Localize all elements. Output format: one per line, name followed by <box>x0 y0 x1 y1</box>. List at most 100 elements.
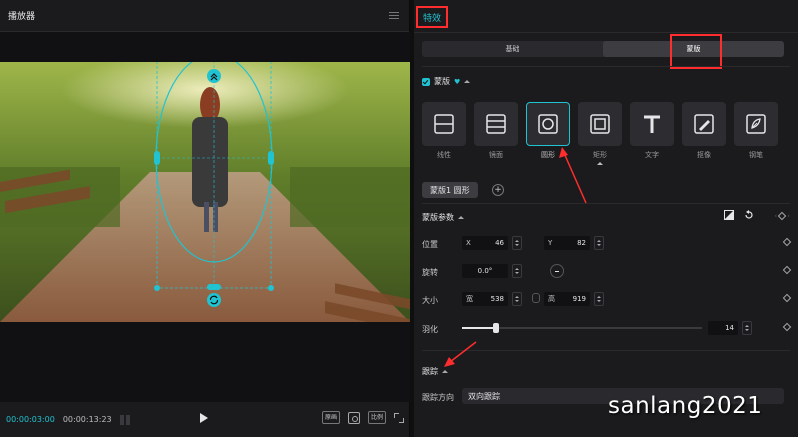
feather-keyframe[interactable] <box>782 322 792 332</box>
rotation-label: 旋转 <box>422 268 438 277</box>
watermark: sanlang2021 <box>608 393 763 419</box>
height-value: 919 <box>572 295 586 303</box>
shape-caret-icon <box>597 162 603 165</box>
focus-icon[interactable] <box>347 411 360 424</box>
rotation-knob[interactable] <box>550 264 564 278</box>
collapse-caret-icon[interactable] <box>464 80 471 83</box>
y-prefix: Y <box>548 239 553 247</box>
feather-slider-thumb[interactable] <box>492 323 499 333</box>
annotation-arrow <box>559 147 587 204</box>
keyframe-control[interactable]: ‹ › <box>774 211 790 221</box>
feather-slider[interactable] <box>462 323 702 333</box>
feather-value: 14 <box>725 324 734 332</box>
reset-icon[interactable] <box>744 210 754 220</box>
size-height-stepper[interactable] <box>594 292 604 306</box>
ratio-button[interactable]: 比例 <box>367 411 386 424</box>
video-frame-image <box>0 62 410 322</box>
shape-pen[interactable]: 钢笔 <box>734 102 778 165</box>
x-value: 46 <box>495 239 504 247</box>
add-mask-button[interactable]: + <box>492 184 504 196</box>
shape-label: 矩形 <box>593 151 607 159</box>
shape-label: 线性 <box>437 151 451 159</box>
tracking-title: 跟踪 <box>422 366 448 377</box>
position-y-stepper[interactable] <box>594 236 604 250</box>
params-title-label: 蒙版参数 <box>422 213 454 222</box>
segment-control: 基础 蒙版 <box>422 41 784 57</box>
feather-stepper[interactable] <box>742 321 752 335</box>
shape-label: 钢笔 <box>749 151 763 159</box>
keyframe-diamond-icon[interactable] <box>782 237 792 247</box>
x-prefix: X <box>466 239 471 247</box>
keyframe-diamond-icon[interactable] <box>782 293 792 303</box>
size-keyframe[interactable] <box>782 293 792 303</box>
favorite-icon[interactable]: ♥ <box>454 78 460 86</box>
rotation-value: 0.0° <box>477 267 493 275</box>
tab-effects[interactable]: 特效 <box>416 6 448 28</box>
tracking-direction-label: 跟踪方向 <box>422 393 454 402</box>
keyframe-diamond-icon[interactable] <box>777 211 787 221</box>
fit-button[interactable]: 原画 <box>321 411 340 424</box>
feather-value-field[interactable]: 14 <box>708 321 738 335</box>
position-keyframe[interactable] <box>782 237 792 247</box>
keyframe-diamond-icon[interactable] <box>782 322 792 332</box>
shape-text[interactable]: 文字 <box>630 102 674 165</box>
video-preview[interactable] <box>0 62 410 322</box>
menu-icon[interactable] <box>389 12 399 19</box>
position-y-field[interactable]: Y 82 <box>544 236 590 250</box>
player-header: 播放器 <box>0 0 409 32</box>
timecode-grid-icon[interactable] <box>119 414 136 425</box>
shape-mirror[interactable]: 镜面 <box>474 102 518 165</box>
rotation-keyframe[interactable] <box>782 265 792 275</box>
circle-mask-icon <box>538 114 558 134</box>
rotate-handle-icon[interactable] <box>206 292 222 308</box>
rotation-field[interactable]: 0.0° <box>462 264 508 278</box>
mask-header-label: 蒙版 <box>434 77 450 86</box>
shape-label: 抠像 <box>697 151 711 159</box>
segment-basic[interactable]: 基础 <box>422 41 603 57</box>
divider <box>422 203 790 204</box>
tracking-collapse-icon[interactable] <box>442 370 448 373</box>
shape-matting[interactable]: 抠像 <box>682 102 726 165</box>
link-ratio-icon[interactable] <box>532 293 540 303</box>
params-collapse-icon[interactable] <box>458 216 464 219</box>
player-title: 播放器 <box>8 12 36 22</box>
header-divider <box>414 32 798 33</box>
shape-linear[interactable]: 线性 <box>422 102 466 165</box>
current-mask-pill[interactable]: 蒙版1 圆形 <box>422 182 478 198</box>
height-prefix: 高 <box>548 295 555 303</box>
width-value: 538 <box>490 295 504 303</box>
size-label: 大小 <box>422 296 438 305</box>
mask-tab-highlight <box>670 34 722 69</box>
position-x-field[interactable]: X 46 <box>462 236 508 250</box>
shape-label: 文字 <box>645 151 659 159</box>
tracking-annotation-arrow <box>444 341 477 367</box>
tracking-direction-value: 双向跟踪 <box>468 391 500 401</box>
matting-mask-icon <box>694 114 714 134</box>
size-width-stepper[interactable] <box>512 292 522 306</box>
position-label: 位置 <box>422 240 438 249</box>
fullscreen-icon[interactable] <box>394 412 404 423</box>
size-height-field[interactable]: 高 919 <box>544 292 590 306</box>
player-panel: 播放器 00:00:03:00 00:00:13:23 原画 比例 <box>0 0 410 437</box>
tracking-title-label: 跟踪 <box>422 367 438 376</box>
rotation-stepper[interactable] <box>512 264 522 278</box>
play-icon[interactable] <box>200 413 208 423</box>
mask-params-title: 蒙版参数 <box>422 212 464 223</box>
mask-invert-icon[interactable] <box>724 210 734 220</box>
text-mask-icon <box>644 115 660 133</box>
rectangle-mask-icon <box>590 114 610 134</box>
shape-label: 圆形 <box>541 151 555 159</box>
mirror-mask-icon <box>486 114 506 134</box>
size-width-field[interactable]: 宽 538 <box>462 292 508 306</box>
mask-toggle-row: 蒙版 ♥ <box>422 76 471 87</box>
feather-handle-icon[interactable] <box>206 68 222 84</box>
position-x-stepper[interactable] <box>512 236 522 250</box>
total-time: 00:00:13:23 <box>62 415 112 424</box>
current-time: 00:00:03:00 <box>6 415 55 424</box>
feather-slider-fill <box>462 327 496 329</box>
effects-panel: 特效 基础 蒙版 蒙版 ♥ 线性 镜面 圆形 矩形 文字 抠像 钢笔 蒙版1 圆… <box>414 0 798 437</box>
divider <box>422 66 790 67</box>
keyframe-diamond-icon[interactable] <box>782 265 792 275</box>
mask-enable-checkbox[interactable] <box>422 77 430 86</box>
mask-shape-list: 线性 镜面 圆形 矩形 文字 抠像 钢笔 <box>422 102 778 165</box>
